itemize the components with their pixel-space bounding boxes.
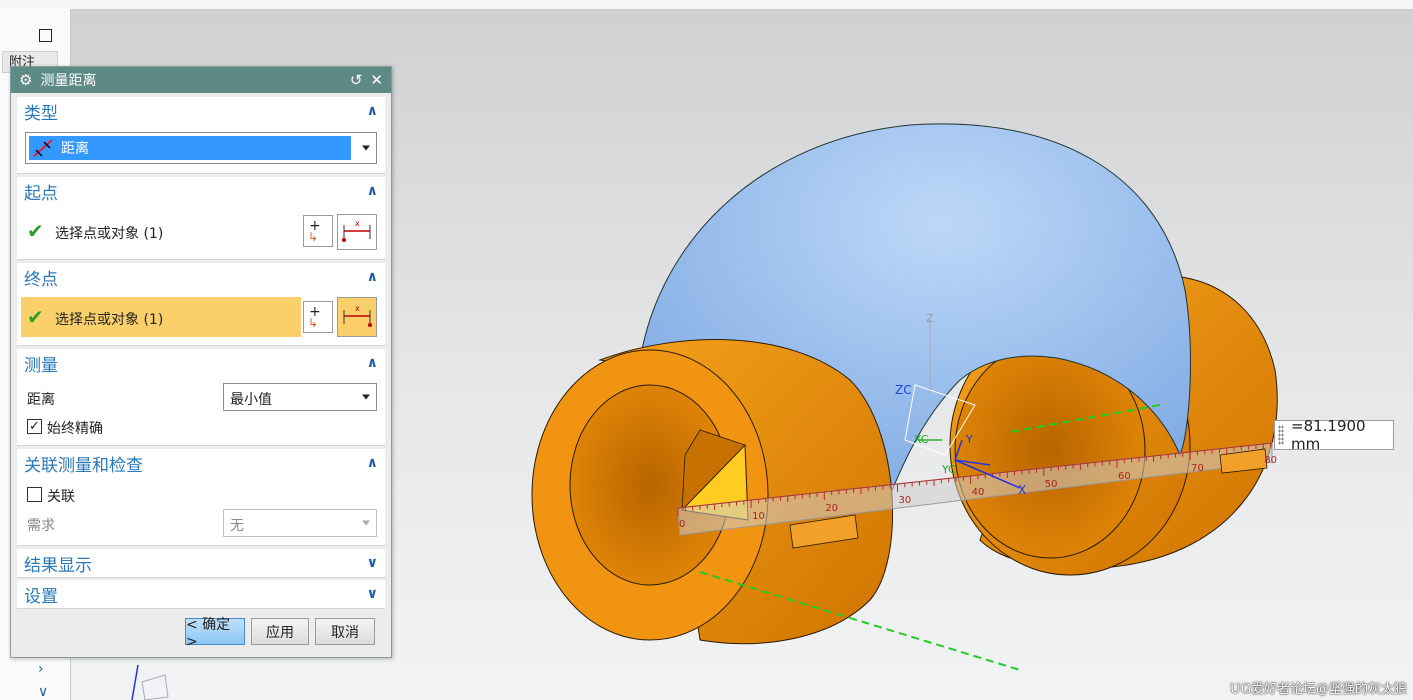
measurement-readout[interactable]: =81.1900 mm — [1274, 417, 1394, 453]
type-select-value: 距离 — [61, 141, 89, 157]
restore-window-icon[interactable] — [39, 29, 52, 42]
axis-label-z: Z — [926, 312, 934, 325]
measure-section: 测量 ∧ 距离 最小值 ✓ 始终精确 — [17, 349, 385, 446]
svg-text:x: x — [355, 304, 360, 313]
ruler-tick-label: 50 — [1044, 478, 1058, 490]
top-toolbar — [0, 0, 1413, 10]
association-section-title: 关联测量和检查 — [24, 455, 143, 476]
always-precise-checkbox[interactable]: ✓ — [27, 419, 42, 434]
chevron-right-icon[interactable]: › — [38, 661, 44, 677]
reset-icon[interactable]: ↺ — [350, 71, 363, 89]
expand-caret-icon[interactable]: ∨ — [367, 555, 378, 571]
close-icon[interactable]: ✕ — [370, 71, 383, 89]
result-section-title: 结果显示 — [24, 555, 92, 576]
point-arrow-icon: ↳ — [308, 230, 319, 244]
inferred-point-button[interactable]: x — [337, 297, 377, 337]
end-section-title: 终点 — [24, 269, 58, 290]
check-icon: ✔ — [27, 305, 44, 329]
point-dialog-button[interactable]: + ↳ — [303, 301, 333, 333]
expand-caret-icon[interactable]: ∨ — [367, 586, 378, 602]
ruler-tick-label: 10 — [752, 510, 765, 522]
collapse-caret-icon[interactable]: ∧ — [367, 103, 378, 119]
collapse-caret-icon[interactable]: ∧ — [367, 183, 378, 199]
require-select: 无 — [223, 509, 377, 537]
dropdown-arrow-icon — [362, 520, 370, 526]
ruler-tick-label: 80 — [1264, 454, 1278, 466]
start-section-title: 起点 — [24, 183, 58, 204]
inferred-point-button[interactable]: x — [337, 214, 377, 250]
measure-section-title: 测量 — [24, 355, 58, 376]
associate-checkbox[interactable] — [27, 487, 42, 502]
settings-section-title: 设置 — [24, 586, 58, 607]
drag-grip-icon[interactable] — [1278, 425, 1284, 445]
distance-mode-select[interactable]: 最小值 — [223, 383, 377, 411]
dropdown-arrow-icon[interactable] — [362, 394, 370, 400]
corner-triad — [131, 664, 169, 700]
dimension-icon: x — [342, 219, 371, 242]
end-point-section: 终点 ∧ ✔ 选择点或对象 (1) + ↳ x — [17, 263, 385, 346]
gear-icon[interactable]: ⚙ — [19, 71, 32, 89]
dialog-title: 测量距离 — [40, 73, 97, 89]
axis-label-y: Y — [966, 433, 973, 446]
watermark: UG爱好者论坛@坚强的灰太狼 — [1229, 682, 1407, 697]
check-icon: ✔ — [27, 219, 44, 243]
distance-label: 距离 — [27, 392, 55, 408]
chevron-down-icon[interactable]: ∨ — [38, 684, 48, 700]
axis-label-yc: YC — [942, 463, 956, 476]
type-section: 类型 ∧ 距离 — [17, 97, 385, 174]
end-select-label: 选择点或对象 (1) — [55, 312, 164, 328]
settings-section[interactable]: 设置 ∨ — [17, 580, 385, 609]
ruler-tick-label: 70 — [1191, 462, 1204, 474]
type-select[interactable]: 距离 — [25, 132, 377, 164]
require-value: 无 — [230, 518, 244, 534]
always-precise-label: 始终精确 — [47, 421, 103, 437]
start-point-section: 起点 ∧ ✔ 选择点或对象 (1) + ↳ x — [17, 177, 385, 260]
ok-button[interactable]: < 确定 > — [185, 617, 245, 650]
distance-type-icon — [33, 139, 53, 157]
axis-label-x: X — [1018, 483, 1027, 497]
collapse-caret-icon[interactable]: ∧ — [367, 355, 378, 371]
axis-label-xc: XC — [914, 433, 929, 446]
point-arrow-icon: ↳ — [308, 316, 319, 330]
measure-distance-dialog: ⚙ 测量距离 ↺ ✕ 类型 ∧ 距离 起点 ∧ ✔ 选择点或对象 (1) + ↳… — [10, 66, 392, 658]
distance-mode-value: 最小值 — [230, 392, 272, 408]
ruler-tick-label: 0 — [679, 519, 686, 530]
result-display-section[interactable]: 结果显示 ∨ — [17, 549, 385, 578]
ruler-tick-label: 20 — [825, 502, 839, 514]
apply-button[interactable]: 应用 — [251, 618, 309, 645]
start-select-row[interactable]: ✔ 选择点或对象 (1) — [23, 213, 301, 251]
dimension-icon: x — [343, 304, 372, 327]
require-label: 需求 — [27, 518, 55, 534]
association-section: 关联测量和检查 ∧ 关联 需求 无 — [17, 449, 385, 546]
ruler-tick-label: 40 — [971, 486, 985, 498]
dialog-titlebar: ⚙ 测量距离 ↺ ✕ — [11, 67, 391, 93]
point-dialog-button[interactable]: + ↳ — [303, 215, 333, 247]
collapse-caret-icon[interactable]: ∧ — [367, 269, 378, 285]
collapse-caret-icon[interactable]: ∧ — [367, 455, 378, 471]
ruler-tick-label: 60 — [1117, 470, 1131, 482]
ruler-tick-label: 30 — [898, 494, 912, 506]
dropdown-arrow-icon[interactable] — [362, 145, 370, 151]
end-select-row[interactable]: ✔ 选择点或对象 (1) — [21, 297, 301, 337]
axis-label-zc: ZC — [895, 383, 912, 397]
svg-text:x: x — [355, 219, 360, 228]
cancel-button[interactable]: 取消 — [315, 618, 375, 645]
measurement-value: =81.1900 mm — [1291, 417, 1366, 453]
type-section-title: 类型 — [24, 103, 58, 124]
start-select-label: 选择点或对象 (1) — [55, 226, 164, 242]
associate-label: 关联 — [47, 489, 75, 505]
